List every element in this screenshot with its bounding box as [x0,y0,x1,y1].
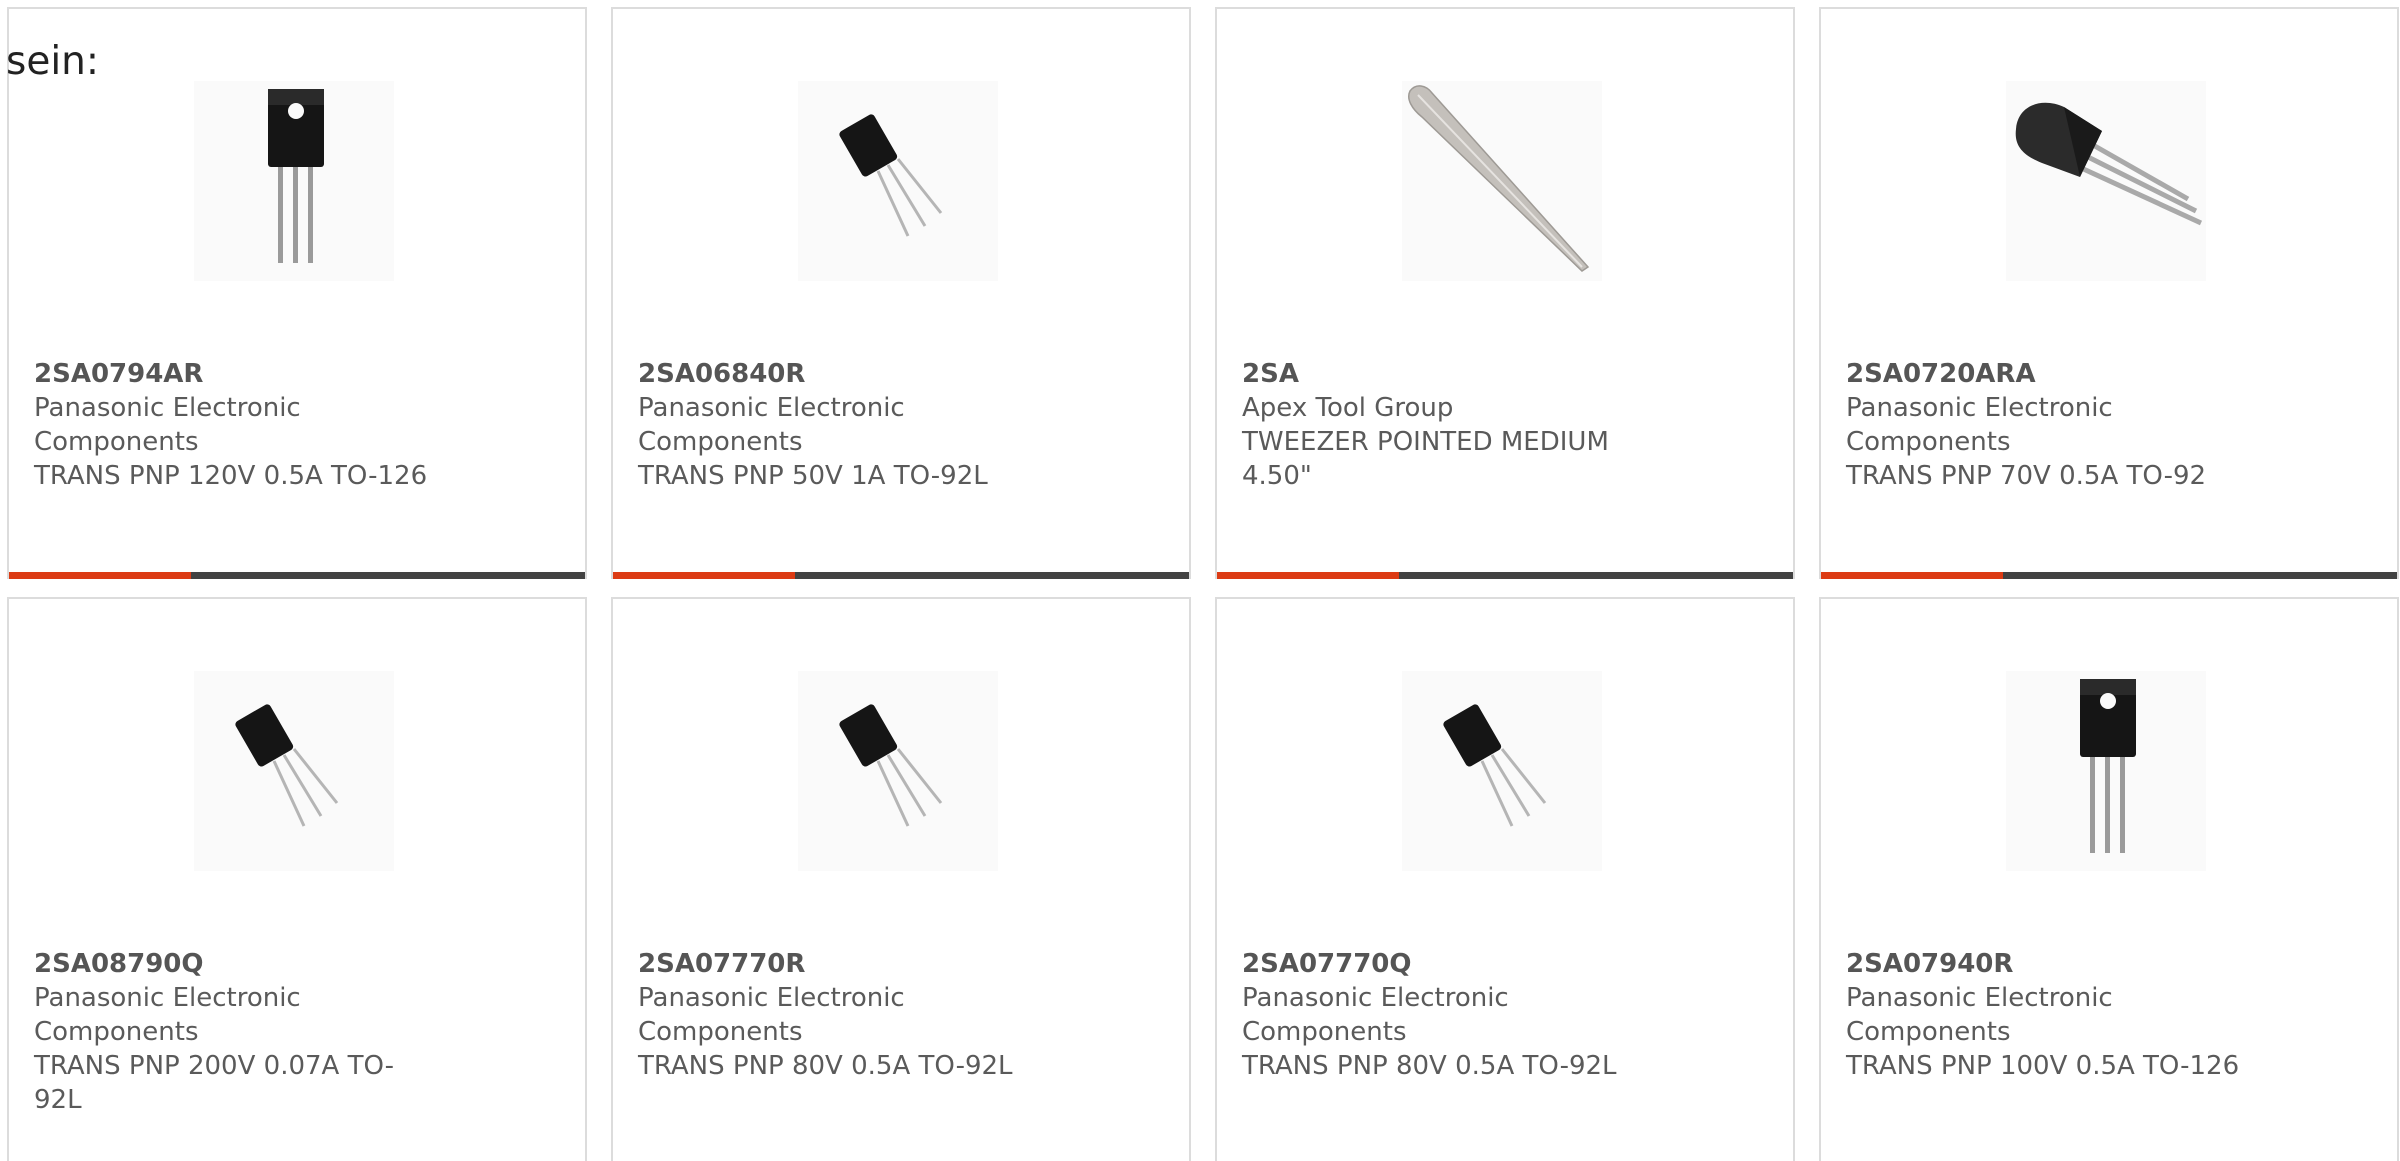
card-footer-bar [1217,572,1793,579]
product-description: TRANS PNP 50V 1A TO-92L [638,461,988,491]
product-card[interactable]: 2SA06840R Panasonic Electronic Component… [611,7,1191,579]
manufacturer-label: Panasonic Electronic Components [638,983,905,1047]
product-description: TRANS PNP 100V 0.5A TO-126 [1846,1051,2240,1081]
product-card[interactable]: 2SA07770R Panasonic Electronic Component… [611,597,1191,1161]
to92l-transistor-icon [798,81,998,281]
product-grid: 2SA0794AR Panasonic Electronic Component… [7,7,2399,1161]
part-number-link[interactable]: 2SA07770R [638,947,1039,981]
to92l-transistor-icon [194,671,394,871]
card-accent-stripe [9,572,191,579]
product-info: 2SA08790Q Panasonic Electronic Component… [34,947,435,1117]
part-number-link[interactable]: 2SA07770Q [1242,947,1643,981]
manufacturer-label: Panasonic Electronic Components [34,393,301,457]
product-description: TRANS PNP 200V 0.07A TO-92L [34,1051,395,1115]
product-card[interactable]: 2SA07770Q Panasonic Electronic Component… [1215,597,1795,1161]
product-card[interactable]: 2SA0794AR Panasonic Electronic Component… [7,7,587,579]
manufacturer-label: Panasonic Electronic Components [1242,983,1509,1047]
product-info: 2SA07770R Panasonic Electronic Component… [638,947,1039,1083]
product-description: TRANS PNP 70V 0.5A TO-92 [1846,461,2207,491]
part-number-link[interactable]: 2SA08790Q [34,947,435,981]
manufacturer-label: Panasonic Electronic Components [638,393,905,457]
part-number-link[interactable]: 2SA0794AR [34,357,435,391]
part-number-link[interactable]: 2SA0720ARA [1846,357,2247,391]
card-accent-stripe [1217,572,1399,579]
product-info: 2SA06840R Panasonic Electronic Component… [638,357,1039,493]
product-description: TRANS PNP 120V 0.5A TO-126 [34,461,428,491]
product-description: TRANS PNP 80V 0.5A TO-92L [638,1051,1013,1081]
product-description: TWEEZER POINTED MEDIUM 4.50" [1242,427,1609,491]
product-results-page: sein: 2SA0794AR Panasonic Electronic Com… [0,0,2400,1161]
product-info: 2SA Apex Tool Group TWEEZER POINTED MEDI… [1242,357,1643,493]
tweezer-icon [1402,81,1602,281]
product-info: 2SA0794AR Panasonic Electronic Component… [34,357,435,493]
intro-label: sein: [6,39,100,84]
product-info: 2SA07940R Panasonic Electronic Component… [1846,947,2247,1083]
product-card[interactable]: 2SA08790Q Panasonic Electronic Component… [7,597,587,1161]
part-number-link[interactable]: 2SA [1242,357,1643,391]
product-description: TRANS PNP 80V 0.5A TO-92L [1242,1051,1617,1081]
card-footer-bar [1821,572,2397,579]
card-footer-bar [9,572,585,579]
part-number-link[interactable]: 2SA06840R [638,357,1039,391]
to126-transistor-icon [194,81,394,281]
manufacturer-label: Panasonic Electronic Components [34,983,301,1047]
to126-transistor-icon [2006,671,2206,871]
product-card[interactable]: 2SA Apex Tool Group TWEEZER POINTED MEDI… [1215,7,1795,579]
card-accent-stripe [1821,572,2003,579]
manufacturer-label: Panasonic Electronic Components [1846,393,2113,457]
to92l-transistor-icon [1402,671,1602,871]
part-number-link[interactable]: 2SA07940R [1846,947,2247,981]
card-accent-stripe [613,572,795,579]
product-info: 2SA07770Q Panasonic Electronic Component… [1242,947,1643,1083]
to92-transistor-icon [2006,81,2206,281]
card-footer-bar [613,572,1189,579]
product-card[interactable]: 2SA0720ARA Panasonic Electronic Componen… [1819,7,2399,579]
to92l-transistor-icon [798,671,998,871]
product-info: 2SA0720ARA Panasonic Electronic Componen… [1846,357,2247,493]
manufacturer-label: Apex Tool Group [1242,393,1454,423]
product-card[interactable]: 2SA07940R Panasonic Electronic Component… [1819,597,2399,1161]
manufacturer-label: Panasonic Electronic Components [1846,983,2113,1047]
